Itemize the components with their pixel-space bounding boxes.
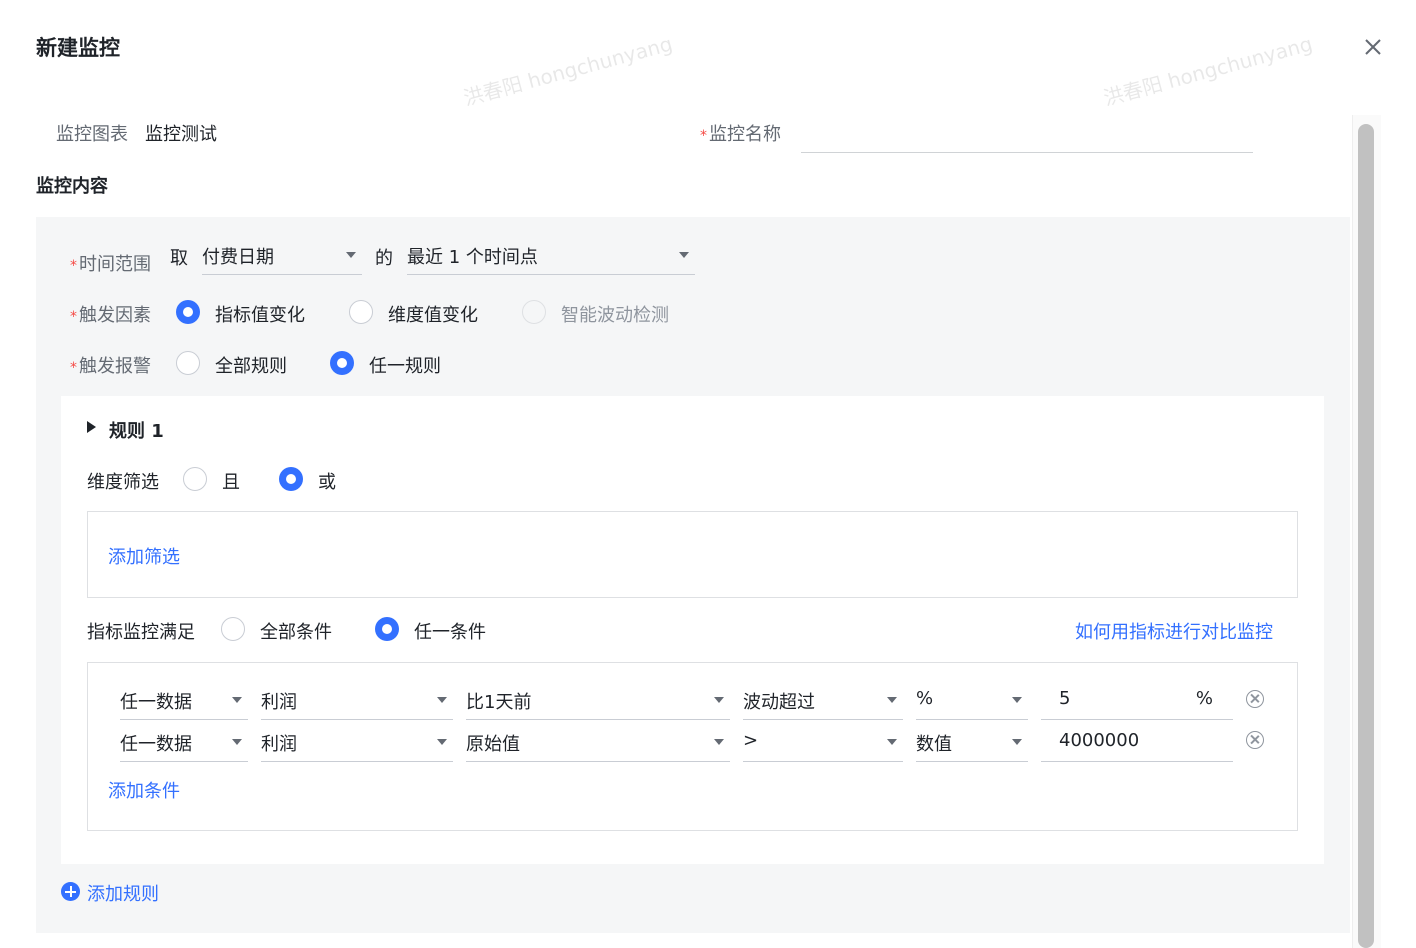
compare-value: 原始值: [466, 734, 520, 755]
remove-condition-icon[interactable]: [1246, 690, 1264, 708]
date-field-value: 付费日期: [202, 247, 274, 268]
dim-filter-label: 维度筛选: [87, 472, 159, 493]
operator-value: 波动超过: [743, 692, 815, 713]
add-rule-link[interactable]: 添加规则: [87, 880, 159, 906]
monitor-name-input[interactable]: [801, 114, 1253, 153]
option-metric-change[interactable]: 指标值变化: [215, 301, 305, 327]
chart-value: 监控测试: [145, 124, 217, 145]
period-value: 最近 1 个时间点: [407, 247, 538, 268]
radio-metric-change[interactable]: [176, 300, 200, 324]
close-icon: [1365, 39, 1381, 55]
radio-dimension-change[interactable]: [349, 300, 373, 324]
metric-select[interactable]: 利润: [261, 682, 453, 720]
trigger-factor-label-text: 触发因素: [79, 305, 151, 326]
compare-select[interactable]: 原始值: [466, 724, 730, 762]
add-condition-link[interactable]: 添加条件: [108, 777, 180, 803]
time-range-label-text: 时间范围: [79, 254, 151, 275]
help-link[interactable]: 如何用指标进行对比监控: [1075, 618, 1273, 644]
threshold-value: 5: [1059, 688, 1071, 709]
caret-down-icon: [232, 739, 242, 745]
scope-select[interactable]: 任一数据: [120, 682, 248, 720]
name-label-text: 监控名称: [709, 124, 781, 145]
caret-down-icon: [714, 697, 724, 703]
metric-value: 利润: [261, 734, 297, 755]
metric-value: 利润: [261, 692, 297, 713]
plus-circle-icon[interactable]: [61, 882, 80, 901]
compare-value: 比1天前: [466, 692, 532, 713]
scope-select[interactable]: 任一数据: [120, 724, 248, 762]
required-mark: *: [70, 309, 77, 325]
option-and[interactable]: 且: [222, 468, 240, 494]
operator-select[interactable]: 波动超过: [743, 682, 903, 720]
remove-condition-icon[interactable]: [1246, 731, 1264, 749]
option-or[interactable]: 或: [318, 468, 336, 494]
radio-any-rule[interactable]: [330, 351, 354, 375]
option-all-conditions[interactable]: 全部条件: [260, 618, 332, 644]
option-any-rule[interactable]: 任一规则: [369, 352, 441, 378]
scope-value: 任一数据: [120, 692, 192, 713]
scrollbar-thumb[interactable]: [1358, 124, 1374, 948]
scope-value: 任一数据: [120, 734, 192, 755]
required-mark: *: [70, 258, 77, 274]
caret-down-icon: [887, 739, 897, 745]
filter-box: [87, 511, 1298, 598]
unit-select[interactable]: 数值: [916, 724, 1028, 762]
caret-right-icon[interactable]: [87, 421, 96, 433]
operator-select[interactable]: >: [743, 724, 903, 762]
radio-smart-detection: [522, 300, 546, 324]
option-any-condition[interactable]: 任一条件: [414, 618, 486, 644]
add-filter-link[interactable]: 添加筛选: [108, 543, 180, 569]
threshold-value: 4000000: [1059, 730, 1140, 751]
caret-down-icon: [714, 739, 724, 745]
trigger-alarm-label: * 触发报警: [70, 352, 151, 378]
caret-down-icon: [887, 697, 897, 703]
option-all-rules[interactable]: 全部规则: [215, 352, 287, 378]
rule-title[interactable]: 规则 1: [109, 417, 164, 443]
threshold-input[interactable]: 5 %: [1041, 682, 1233, 720]
metric-select[interactable]: 利润: [261, 724, 453, 762]
radio-any-condition[interactable]: [375, 617, 399, 641]
radio-or[interactable]: [279, 467, 303, 491]
caret-down-icon: [1012, 739, 1022, 745]
threshold-suffix: %: [1195, 688, 1213, 709]
option-smart-detection: 智能波动检测: [561, 305, 669, 326]
required-mark: *: [700, 128, 707, 144]
trigger-alarm-label-text: 触发报警: [79, 356, 151, 377]
section-title: 监控内容: [36, 176, 108, 197]
dialog-title: 新建监控: [36, 36, 120, 60]
compare-select[interactable]: 比1天前: [466, 682, 730, 720]
period-select[interactable]: 最近 1 个时间点: [407, 237, 695, 275]
metric-condition-label: 指标监控满足: [87, 622, 195, 643]
watermark: 洪春阳 hongchunyang: [1100, 31, 1315, 111]
caret-down-icon: [232, 697, 242, 703]
radio-all-conditions[interactable]: [221, 617, 245, 641]
caret-down-icon: [679, 252, 689, 258]
close-button[interactable]: [1360, 34, 1386, 60]
of-label: 的: [375, 248, 393, 269]
operator-value: >: [743, 730, 759, 751]
radio-all-rules[interactable]: [176, 351, 200, 375]
caret-down-icon: [346, 252, 356, 258]
name-field-label: * 监控名称: [700, 120, 781, 146]
radio-and[interactable]: [183, 467, 207, 491]
unit-value: %: [916, 688, 934, 709]
required-mark: *: [70, 360, 77, 376]
caret-down-icon: [1012, 697, 1022, 703]
unit-select[interactable]: %: [916, 682, 1028, 720]
caret-down-icon: [437, 739, 447, 745]
watermark: 洪春阳 hongchunyang: [460, 31, 675, 111]
time-range-label: * 时间范围: [70, 250, 151, 276]
date-field-select[interactable]: 付费日期: [202, 237, 362, 275]
take-label: 取: [170, 248, 188, 269]
chart-label: 监控图表: [56, 124, 128, 145]
caret-down-icon: [437, 697, 447, 703]
threshold-input[interactable]: 4000000: [1041, 724, 1233, 762]
unit-value: 数值: [916, 734, 952, 755]
option-dimension-change[interactable]: 维度值变化: [388, 301, 478, 327]
trigger-factor-label: * 触发因素: [70, 301, 151, 327]
